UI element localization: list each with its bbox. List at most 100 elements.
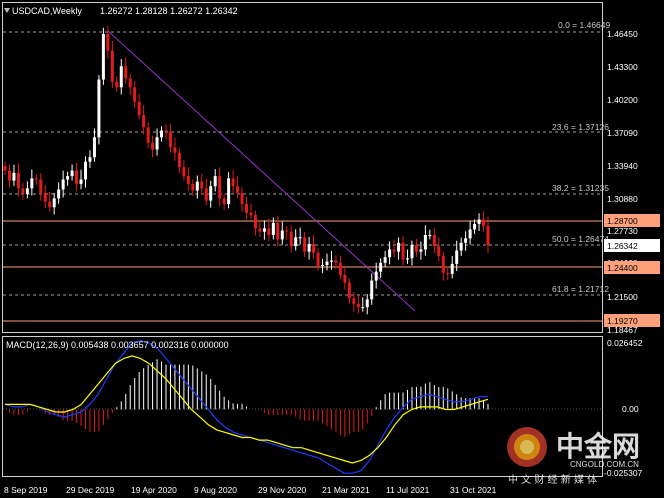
price-tick: 1.37090 bbox=[607, 128, 638, 138]
candle-body bbox=[84, 161, 87, 180]
candle-body bbox=[213, 176, 217, 187]
candle-body bbox=[48, 201, 52, 208]
candle-body bbox=[218, 176, 222, 199]
symbol-arrow-icon bbox=[4, 8, 10, 13]
fib-label-23-6: 23.6 = 1.37126 bbox=[552, 122, 609, 132]
candle-body bbox=[195, 181, 199, 191]
candle-body bbox=[365, 299, 369, 308]
candle-body bbox=[21, 188, 25, 194]
price-tick: 1.33940 bbox=[607, 161, 638, 171]
candle-body bbox=[151, 142, 155, 150]
candle-body bbox=[92, 137, 96, 158]
candle-body bbox=[397, 242, 401, 252]
candle-body bbox=[227, 178, 231, 204]
candle-body bbox=[97, 79, 101, 138]
usdcad-weekly-chart[interactable]: 0.0 = 1.46649 23.6 = 1.37126 38.2 = 1.31… bbox=[0, 0, 664, 498]
candle-body bbox=[455, 250, 459, 264]
fib-label-38-2: 38.2 = 1.31235 bbox=[552, 183, 609, 193]
candle-body bbox=[352, 298, 356, 304]
candle-body bbox=[347, 282, 351, 299]
candle-body bbox=[477, 219, 481, 224]
candle-body bbox=[115, 81, 119, 88]
candle-body bbox=[329, 260, 333, 262]
candle-body bbox=[7, 170, 11, 181]
time-tick: 11 Jul 2021 bbox=[386, 485, 430, 495]
candle-body bbox=[236, 186, 240, 193]
candle-body bbox=[276, 222, 280, 240]
candle-body bbox=[66, 176, 70, 180]
price-tick: 1.21500 bbox=[607, 292, 638, 302]
price-tick: 1.46450 bbox=[607, 29, 638, 39]
candle-body bbox=[289, 231, 293, 247]
candle-body bbox=[468, 229, 472, 239]
candle-body bbox=[253, 215, 257, 229]
candlestick-series bbox=[3, 25, 490, 315]
time-tick: 29 Nov 2020 bbox=[258, 485, 306, 495]
candle-body bbox=[473, 223, 477, 230]
candle-body bbox=[361, 307, 365, 309]
candle-body bbox=[88, 157, 92, 162]
candle-body bbox=[271, 222, 275, 236]
candle-body bbox=[182, 167, 186, 177]
candle-body bbox=[316, 252, 320, 267]
time-tick: 9 Aug 2020 bbox=[194, 485, 237, 495]
candle-body bbox=[204, 188, 208, 201]
candle-body bbox=[61, 179, 65, 190]
candle-body bbox=[124, 66, 128, 79]
candle-body bbox=[43, 192, 47, 202]
candle-body bbox=[164, 130, 168, 132]
price-tag-1-19270: 1.19270 bbox=[607, 316, 638, 326]
macd-tick-top: 0.026452 bbox=[607, 338, 643, 348]
cngold-logo-core bbox=[520, 440, 534, 454]
symbol-label: USDCAD,Weekly bbox=[12, 6, 82, 16]
candle-body bbox=[432, 235, 436, 247]
candle-body bbox=[414, 245, 418, 252]
candle-body bbox=[133, 87, 137, 102]
candle-body bbox=[280, 230, 284, 240]
candle-body bbox=[401, 242, 405, 260]
time-tick: 19 Apr 2020 bbox=[131, 485, 177, 495]
candle-body bbox=[410, 245, 414, 259]
candle-body bbox=[79, 179, 83, 184]
candle-body bbox=[173, 147, 177, 153]
candle-body bbox=[52, 198, 56, 208]
candle-body bbox=[106, 33, 110, 51]
candle-body bbox=[446, 272, 450, 274]
price-pane-frame bbox=[2, 2, 603, 333]
time-axis[interactable]: 8 Sep 2019 29 Dec 2019 19 Apr 2020 9 Aug… bbox=[4, 485, 497, 495]
price-axis[interactable]: 1.46450 1.43300 1.40200 1.37090 1.33940 … bbox=[607, 29, 638, 335]
candle-body bbox=[12, 172, 16, 181]
candle-body bbox=[146, 127, 150, 143]
macd-indicator-label: MACD(12,26,9) 0.005438 0.003657 0.002316… bbox=[6, 340, 229, 350]
candle-body bbox=[383, 257, 387, 263]
candle-body bbox=[191, 183, 195, 191]
candle-body bbox=[334, 260, 338, 263]
candle-body bbox=[177, 152, 181, 168]
time-tick: 8 Sep 2019 bbox=[4, 485, 48, 495]
candle-body bbox=[267, 228, 271, 236]
price-tick: 1.40200 bbox=[607, 95, 638, 105]
candle-body bbox=[374, 271, 378, 281]
candle-body bbox=[110, 50, 114, 82]
price-tick: 1.27730 bbox=[607, 226, 638, 236]
candle-body bbox=[325, 261, 329, 265]
candle-body bbox=[186, 176, 190, 184]
candle-body bbox=[57, 189, 61, 199]
price-tick: 1.43300 bbox=[607, 62, 638, 72]
candle-body bbox=[231, 178, 235, 187]
candle-body bbox=[343, 274, 347, 283]
watermark-url: CNGOLD.COM.CN bbox=[570, 460, 639, 469]
candle-body bbox=[39, 179, 43, 193]
time-tick: 29 Dec 2019 bbox=[66, 485, 114, 495]
candle-body bbox=[406, 258, 409, 260]
candle-body bbox=[209, 186, 213, 201]
downtrend-line[interactable] bbox=[107, 30, 416, 312]
candle-body bbox=[128, 78, 132, 88]
candle-body bbox=[101, 33, 105, 80]
fib-label-50: 50.0 = 1.26474 bbox=[552, 234, 609, 244]
fib-levels bbox=[3, 31, 602, 296]
candle-body bbox=[30, 178, 34, 189]
candle-body bbox=[119, 66, 123, 88]
candle-body bbox=[307, 243, 311, 252]
candle-body bbox=[486, 226, 490, 246]
